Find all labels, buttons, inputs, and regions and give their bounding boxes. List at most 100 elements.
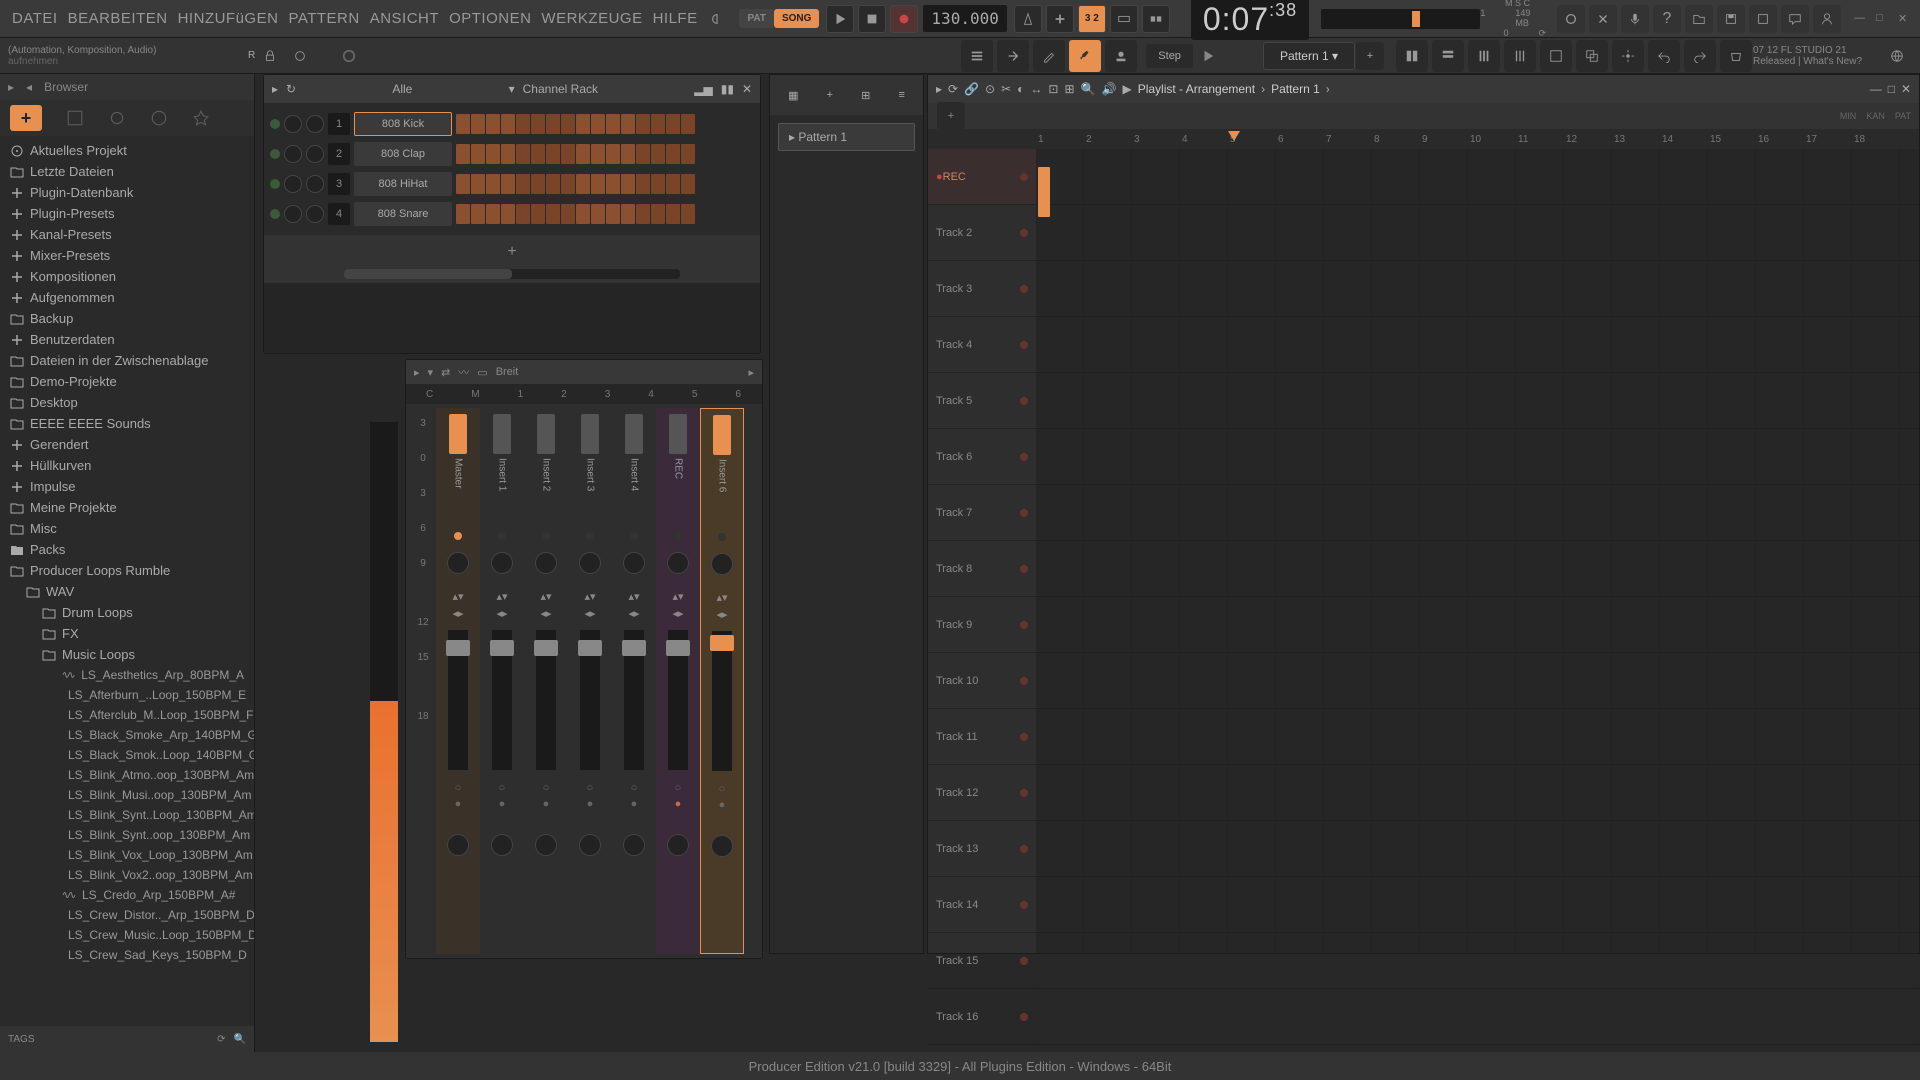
step-button[interactable] [531, 114, 545, 134]
strip-handle[interactable] [713, 415, 731, 455]
step-button[interactable] [456, 204, 470, 224]
step-button[interactable] [546, 114, 560, 134]
track-lane[interactable] [1036, 261, 1919, 317]
step-button[interactable] [561, 114, 575, 134]
channel-rack-window[interactable]: ▸ ↻ Alle ▾ Channel Rack ▂▅ ▮▮ ✕ 1808 Kic… [263, 74, 761, 354]
cr-loop-icon[interactable]: ↻ [286, 82, 296, 96]
back-icon[interactable]: ◂ [26, 80, 32, 94]
mixer-strip[interactable]: Insert 2▴▾◂▸○● [524, 408, 568, 954]
fx-icon[interactable]: ○ [675, 782, 682, 794]
tags-search-icon[interactable]: 🔍 [234, 1034, 246, 1045]
strip-led[interactable] [718, 533, 726, 541]
step-button[interactable] [576, 174, 590, 194]
step-button[interactable] [666, 174, 680, 194]
browser-add-button[interactable]: + [10, 105, 42, 131]
strip-handle[interactable] [493, 414, 511, 454]
swap-icon[interactable]: ◂▸ [584, 607, 595, 620]
pat-song-toggle[interactable]: PAT SONG [739, 9, 819, 28]
menu-ansicht[interactable]: ANSICHT [366, 10, 443, 27]
pattern-item[interactable]: ▸ Pattern 1 [778, 123, 915, 151]
tab-cloud-icon[interactable] [150, 109, 168, 127]
track-lane[interactable] [1036, 429, 1919, 485]
playlist-btn[interactable] [961, 40, 993, 72]
tree-item[interactable]: Demo-Projekte [0, 371, 254, 392]
tree-item[interactable]: Plugin-Presets [0, 203, 254, 224]
tree-item[interactable]: LS_Black_Smok..Loop_140BPM_G [0, 745, 254, 765]
play-button[interactable] [826, 5, 854, 33]
track-lane[interactable] [1036, 317, 1919, 373]
undo2-icon[interactable] [1648, 40, 1680, 72]
step-button[interactable] [561, 204, 575, 224]
playback-marker[interactable] [1228, 131, 1240, 141]
strip-fader[interactable] [446, 640, 470, 656]
step-button[interactable] [636, 204, 650, 224]
strip-led[interactable] [630, 532, 638, 540]
step-button[interactable] [486, 204, 500, 224]
pl-cut-icon[interactable]: ✂ [1001, 82, 1011, 96]
mx-expand-icon[interactable]: ▸ [748, 366, 754, 379]
step-button[interactable] [471, 114, 485, 134]
step-button[interactable] [681, 174, 695, 194]
step-button[interactable] [621, 174, 635, 194]
strip-fader[interactable] [534, 640, 558, 656]
strip-send[interactable] [535, 834, 557, 856]
mixer-window[interactable]: ▸ ▾ ⇄ 〰 ▭ Breit ▸ CM123456 30369121518 M… [405, 359, 763, 959]
tempo-display[interactable]: 130.000 [923, 5, 1006, 32]
channel-add-button[interactable]: + [264, 235, 760, 269]
swap-icon[interactable]: ◂▸ [716, 608, 727, 621]
mixer-strip[interactable]: Insert 3▴▾◂▸○● [568, 408, 612, 954]
step-button[interactable] [561, 144, 575, 164]
cr-close-icon[interactable]: ✕ [742, 82, 752, 96]
pl-s3-icon[interactable]: ⊡ [1048, 82, 1058, 96]
tree-item[interactable]: LS_Black_Smoke_Arp_140BPM_G [0, 725, 254, 745]
mx-link-icon[interactable]: ⇄ [441, 366, 450, 379]
pl-add-track-icon[interactable]: + [937, 102, 965, 130]
rec-arm-icon[interactable]: ● [631, 798, 638, 810]
tree-item[interactable]: EEEE EEEE Sounds [0, 413, 254, 434]
feedback-icon[interactable] [1781, 5, 1809, 33]
tree-item[interactable]: LS_Crew_Distor.._Arp_150BPM_D [0, 905, 254, 925]
channel-vol[interactable] [306, 115, 324, 133]
strip-fader[interactable] [490, 640, 514, 656]
track-mute-icon[interactable] [1020, 397, 1028, 405]
step-button[interactable] [456, 114, 470, 134]
tree-item[interactable]: LS_Blink_Atmo..oop_130BPM_Am [0, 765, 254, 785]
menu-optionen[interactable]: OPTIONEN [445, 10, 535, 27]
channel-row[interactable]: 1808 Kick [264, 109, 760, 139]
rec-arm-icon[interactable]: ● [719, 799, 726, 811]
tree-item[interactable]: LS_Crew_Sad_Keys_150BPM_D [0, 945, 254, 965]
swap-icon[interactable]: ◂▸ [540, 607, 551, 620]
mixer-strip[interactable]: Insert 6▴▾◂▸○● [700, 408, 744, 954]
channel-vol[interactable] [306, 175, 324, 193]
track-lane[interactable] [1036, 709, 1919, 765]
rec-arm-icon[interactable]: ● [455, 798, 462, 810]
track-lane[interactable] [1036, 373, 1919, 429]
channel-name[interactable]: 808 Snare [354, 202, 452, 226]
strip-pan[interactable] [711, 553, 733, 575]
tree-item[interactable]: LS_Blink_Musi..oop_130BPM_Am [0, 785, 254, 805]
step-button[interactable] [561, 174, 575, 194]
fx-icon[interactable]: ○ [719, 783, 726, 795]
midi-icon[interactable] [286, 42, 314, 70]
track-mute-icon[interactable] [1020, 285, 1028, 293]
track-mute-icon[interactable] [1020, 621, 1028, 629]
step-button[interactable] [546, 204, 560, 224]
track-header[interactable]: Track 5 [928, 373, 1036, 429]
track-lane[interactable] [1036, 653, 1919, 709]
strip-fader-track[interactable] [448, 630, 468, 770]
tree-item[interactable]: LS_Credo_Arp_150BPM_A# [0, 885, 254, 905]
fx-icon[interactable]: ○ [631, 782, 638, 794]
strip-handle[interactable] [669, 414, 687, 454]
strip-fader-track[interactable] [712, 631, 732, 771]
tree-item[interactable]: Kompositionen [0, 266, 254, 287]
channel-row[interactable]: 3808 HiHat [264, 169, 760, 199]
stop-button[interactable] [858, 5, 886, 33]
mixer-strip[interactable]: Master▴▾◂▸○● [436, 408, 480, 954]
strip-fader[interactable] [710, 635, 734, 651]
rec-arm-icon[interactable]: ● [543, 798, 550, 810]
strip-led[interactable] [674, 532, 682, 540]
channel-pan[interactable] [284, 205, 302, 223]
cr-scrollbar[interactable] [344, 269, 680, 279]
track-lane[interactable] [1036, 541, 1919, 597]
track-header[interactable]: Track 6 [928, 429, 1036, 485]
